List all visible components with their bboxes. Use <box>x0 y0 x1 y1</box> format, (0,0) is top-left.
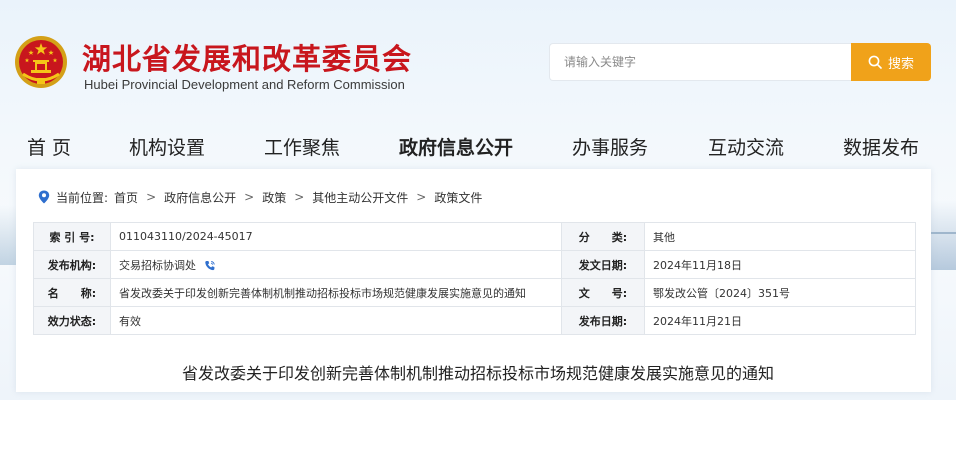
search-button[interactable]: 搜索 <box>851 43 931 81</box>
main-nav: 首 页 机构设置 工作聚焦 政府信息公开 办事服务 互动交流 数据发布 <box>0 133 956 163</box>
nav-item-home[interactable]: 首 页 <box>27 133 71 163</box>
doc-number-label: 文 号: <box>561 278 645 307</box>
index-value: 011043110/2024-45017 <box>110 222 562 251</box>
publish-date-label: 发布日期: <box>561 306 645 335</box>
bridge-decoration <box>928 232 956 238</box>
breadcrumb-link-other-files[interactable]: 其他主动公开文件 <box>312 189 408 206</box>
issue-date-label: 发文日期: <box>561 250 645 279</box>
breadcrumb: 当前位置: 首页 > 政府信息公开 > 政策 > 其他主动公开文件 > 政策文件 <box>38 188 482 206</box>
status-value: 有效 <box>110 306 562 335</box>
nav-item-interaction[interactable]: 互动交流 <box>708 133 784 163</box>
name-value: 省发改委关于印发创新完善体制机制推动招标投标市场规范健康发展实施意见的通知 <box>110 278 562 307</box>
nav-item-data-release[interactable]: 数据发布 <box>843 133 919 163</box>
publisher-label: 发布机构: <box>33 250 111 279</box>
nav-item-organization[interactable]: 机构设置 <box>129 133 205 163</box>
location-pin-icon <box>38 190 50 204</box>
nav-item-work-focus[interactable]: 工作聚焦 <box>264 133 340 163</box>
status-label: 效力状态: <box>33 306 111 335</box>
breadcrumb-separator: > <box>294 190 305 204</box>
table-row: 发布机构: 交易招标协调处 发文日期: 2024年11月18日 <box>33 250 916 279</box>
breadcrumb-separator: > <box>244 190 255 204</box>
document-info-table: 索 引 号: 011043110/2024-45017 分 类: 其他 发布机构… <box>33 222 916 335</box>
publish-date-value: 2024年11月21日 <box>644 306 916 335</box>
doc-number-value: 鄂发改公管〔2024〕351号 <box>644 278 916 307</box>
category-value: 其他 <box>644 222 916 251</box>
table-row: 效力状态: 有效 发布日期: 2024年11月21日 <box>33 306 916 335</box>
table-row: 索 引 号: 011043110/2024-45017 分 类: 其他 <box>33 222 916 251</box>
breadcrumb-link-home[interactable]: 首页 <box>114 189 138 206</box>
issue-date-value: 2024年11月18日 <box>644 250 916 279</box>
breadcrumb-link-gov-info[interactable]: 政府信息公开 <box>164 189 236 206</box>
publisher-value: 交易招标协调处 <box>119 258 196 272</box>
document-title: 省发改委关于印发创新完善体制机制推动招标投标市场规范健康发展实施意见的通知 <box>181 364 774 383</box>
publisher-cell: 交易招标协调处 <box>110 250 562 279</box>
name-label: 名 称: <box>33 278 111 307</box>
phone-icon[interactable] <box>204 260 216 272</box>
breadcrumb-link-policy-files[interactable]: 政策文件 <box>434 189 482 206</box>
site-title[interactable]: 湖北省发展和改革委员会 <box>82 36 412 78</box>
breadcrumb-separator: > <box>416 190 427 204</box>
category-label: 分 类: <box>561 222 645 251</box>
index-label: 索 引 号: <box>33 222 111 251</box>
national-emblem-icon <box>15 36 67 88</box>
search-button-label: 搜索 <box>887 56 914 72</box>
nav-item-services[interactable]: 办事服务 <box>572 133 648 163</box>
breadcrumb-separator: > <box>146 190 157 204</box>
nav-item-gov-info[interactable]: 政府信息公开 <box>399 133 513 163</box>
breadcrumb-link-policy[interactable]: 政策 <box>262 189 286 206</box>
search-input[interactable] <box>549 43 851 81</box>
site-subtitle: Hubei Provincial Development and Reform … <box>84 77 405 92</box>
table-row: 名 称: 省发改委关于印发创新完善体制机制推动招标投标市场规范健康发展实施意见的… <box>33 278 916 307</box>
breadcrumb-prefix: 当前位置: <box>56 190 109 205</box>
search-icon <box>868 55 882 69</box>
